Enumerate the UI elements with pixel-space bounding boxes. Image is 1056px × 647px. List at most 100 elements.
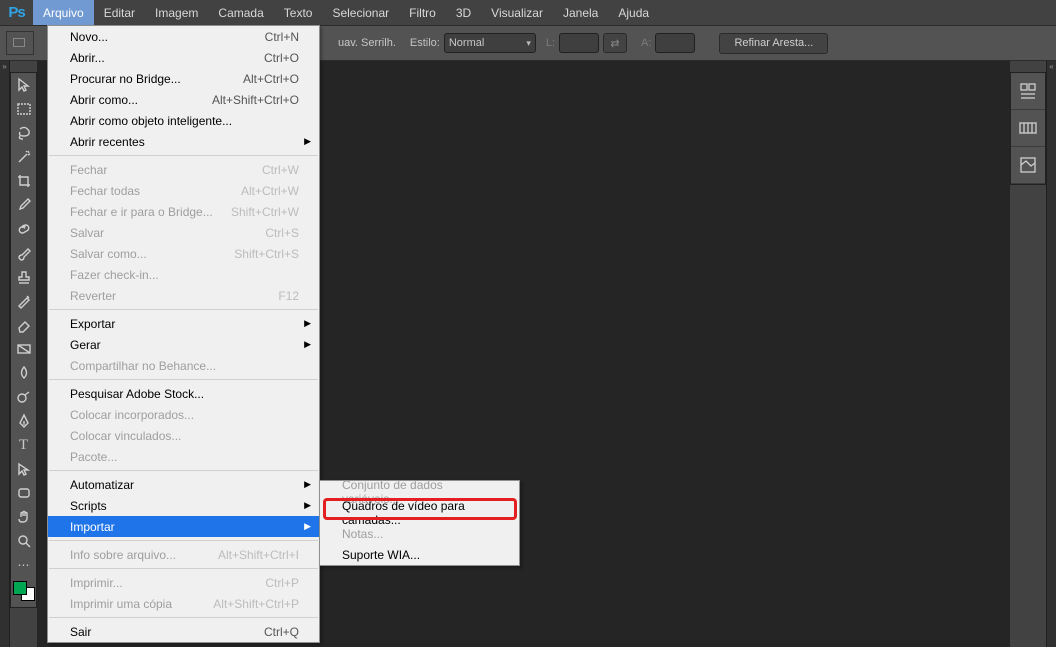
- style-label: Estilo:: [410, 37, 440, 49]
- menu-shortcut: Alt+Ctrl+O: [243, 72, 299, 86]
- color-swatches[interactable]: [11, 577, 36, 607]
- menu-item: Fechar todasAlt+Ctrl+W: [48, 180, 319, 201]
- style-value: Normal: [449, 37, 484, 49]
- menu-item-selecionar[interactable]: Selecionar: [322, 0, 399, 25]
- menu-item[interactable]: Procurar no Bridge... Alt+Ctrl+O: [48, 68, 319, 89]
- tool-wand[interactable]: [11, 145, 36, 169]
- menu-item: Compartilhar no Behance...: [48, 355, 319, 376]
- submenu-item-label: Suporte WIA...: [342, 548, 420, 562]
- menu-item-janela[interactable]: Janela: [553, 0, 608, 25]
- menu-shortcut: Ctrl+S: [265, 226, 299, 240]
- menu-shortcut: Shift+Ctrl+W: [231, 205, 299, 219]
- menu-item-label: Automatizar: [70, 478, 134, 492]
- tool-pen[interactable]: [11, 409, 36, 433]
- width-field: [559, 33, 599, 53]
- menu-item-label: Scripts: [70, 499, 107, 513]
- menu-item-filtro[interactable]: Filtro: [399, 0, 446, 25]
- tool-blur[interactable]: [11, 361, 36, 385]
- menu-bar: Ps ArquivoEditarImagemCamadaTextoSelecio…: [0, 0, 1056, 25]
- menu-item-label: Novo...: [70, 30, 108, 44]
- menu-item[interactable]: Abrir como...Alt+Shift+Ctrl+O: [48, 89, 319, 110]
- tool-history[interactable]: [11, 289, 36, 313]
- menu-item-label: Exportar: [70, 317, 115, 331]
- menu-item-label: Fechar: [70, 163, 107, 177]
- menu-item-label: Reverter: [70, 289, 116, 303]
- tool-hand[interactable]: [11, 505, 36, 529]
- tool-dodge[interactable]: [11, 385, 36, 409]
- menu-item: Salvar Ctrl+S: [48, 222, 319, 243]
- menu-item: FecharCtrl+W: [48, 159, 319, 180]
- menu-item[interactable]: Importar ▶: [48, 516, 319, 537]
- width-label: L:: [546, 37, 555, 49]
- libraries-panel-icon[interactable]: [1011, 147, 1045, 184]
- submenu-arrow-icon: ▶: [304, 500, 311, 511]
- history-panel-icon[interactable]: [1011, 73, 1045, 110]
- menu-item[interactable]: SairCtrl+Q: [48, 621, 319, 642]
- tool-zoom[interactable]: [11, 529, 36, 553]
- swap-dimensions-icon: ⇄: [603, 33, 627, 53]
- tool-lasso[interactable]: [11, 121, 36, 145]
- import-submenu: Conjunto de dados variáveis...Quadros de…: [319, 480, 520, 566]
- menu-item[interactable]: Abrir recentes▶: [48, 131, 319, 152]
- tool-shape[interactable]: [11, 481, 36, 505]
- menu-item-ajuda[interactable]: Ajuda: [608, 0, 659, 25]
- menu-item[interactable]: Novo... Ctrl+N: [48, 26, 319, 47]
- submenu-item-label: Notas...: [342, 527, 383, 541]
- edit-toolbar-button[interactable]: ⋯: [11, 553, 36, 577]
- menu-item-label: Sair: [70, 625, 91, 639]
- height-label: A:: [641, 37, 651, 49]
- menu-shortcut: F12: [278, 289, 299, 303]
- tool-crop[interactable]: [11, 169, 36, 193]
- submenu-arrow-icon: ▶: [304, 521, 311, 532]
- menu-item-arquivo[interactable]: Arquivo: [33, 0, 94, 25]
- color-panel-icon[interactable]: [1011, 110, 1045, 147]
- antialias-label: uav. Serrilh.: [338, 37, 396, 49]
- menu-item-texto[interactable]: Texto: [274, 0, 323, 25]
- tool-healing[interactable]: [11, 217, 36, 241]
- tool-marquee[interactable]: [11, 97, 36, 121]
- menu-item[interactable]: Pesquisar Adobe Stock...: [48, 383, 319, 404]
- menu-item-label: Importar: [70, 520, 115, 534]
- menu-item[interactable]: Automatizar ▶: [48, 474, 319, 495]
- menu-shortcut: Alt+Ctrl+W: [241, 184, 299, 198]
- menu-item-label: Colocar incorporados...: [70, 408, 194, 422]
- menu-item[interactable]: Scripts ▶: [48, 495, 319, 516]
- style-dropdown[interactable]: Normal▾: [444, 33, 536, 53]
- menu-item-label: Fazer check-in...: [70, 268, 159, 282]
- menu-item-label: Procurar no Bridge...: [70, 72, 181, 86]
- menu-item-label: Salvar: [70, 226, 104, 240]
- tool-brush[interactable]: [11, 241, 36, 265]
- submenu-arrow-icon: ▶: [304, 136, 311, 147]
- menu-item-3d[interactable]: 3D: [446, 0, 481, 25]
- submenu-arrow-icon: ▶: [304, 318, 311, 329]
- menu-item-label: Gerar: [70, 338, 101, 352]
- menu-item-imagem[interactable]: Imagem: [145, 0, 208, 25]
- menu-item: Colocar incorporados...: [48, 404, 319, 425]
- menu-shortcut: Ctrl+N: [265, 30, 299, 44]
- tool-move[interactable]: [11, 73, 36, 97]
- submenu-item[interactable]: Suporte WIA...: [320, 544, 519, 565]
- tool-gradient[interactable]: [11, 337, 36, 361]
- menu-item: Salvar como...Shift+Ctrl+S: [48, 243, 319, 264]
- menu-item-editar[interactable]: Editar: [94, 0, 145, 25]
- tool-preset-picker[interactable]: [6, 31, 34, 55]
- tool-path[interactable]: [11, 457, 36, 481]
- tool-eyedropper[interactable]: [11, 193, 36, 217]
- submenu-item[interactable]: Quadros de vídeo para camadas...: [320, 502, 519, 523]
- tool-eraser[interactable]: [11, 313, 36, 337]
- tool-type[interactable]: T: [11, 433, 36, 457]
- menu-shortcut: Alt+Shift+Ctrl+O: [212, 93, 299, 107]
- menu-item-camada[interactable]: Camada: [208, 0, 273, 25]
- refine-edge-button[interactable]: Refinar Aresta...: [719, 33, 828, 54]
- tool-stamp[interactable]: [11, 265, 36, 289]
- menu-item[interactable]: Exportar ▶: [48, 313, 319, 334]
- menu-item[interactable]: Gerar▶: [48, 334, 319, 355]
- menu-item[interactable]: Abrir...Ctrl+O: [48, 47, 319, 68]
- menu-item-label: Fechar e ir para o Bridge...: [70, 205, 213, 219]
- menu-item-label: Pesquisar Adobe Stock...: [70, 387, 204, 401]
- right-dock-edge: «: [1046, 61, 1056, 647]
- menu-item-visualizar[interactable]: Visualizar: [481, 0, 553, 25]
- menu-item[interactable]: Abrir como objeto inteligente...: [48, 110, 319, 131]
- menu-shortcut: Ctrl+P: [265, 576, 299, 590]
- submenu-arrow-icon: ▶: [304, 479, 311, 490]
